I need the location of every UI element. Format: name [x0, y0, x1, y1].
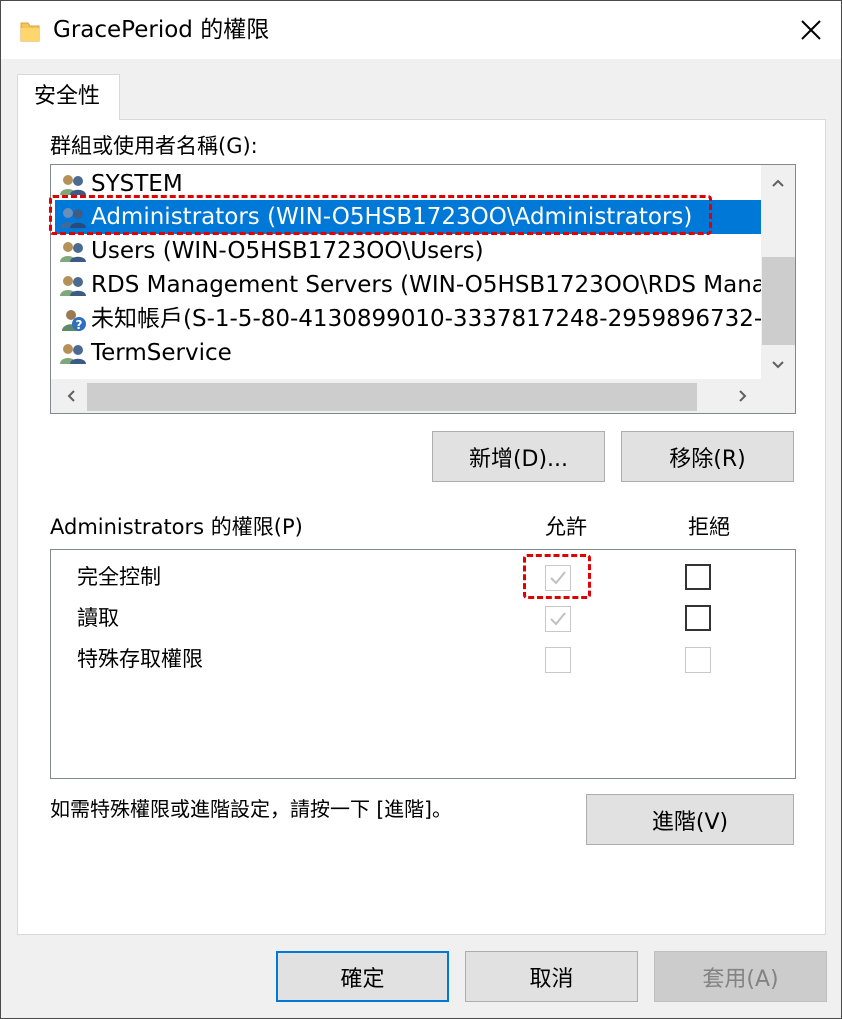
list-item-label: Users (WIN-O5HSB1723OO\Users): [91, 238, 484, 264]
list-item-rds-management-servers[interactable]: RDS Management Servers (WIN-O5HSB1723OO\…: [55, 268, 761, 302]
users-icon: [59, 207, 87, 229]
deny-full-control-checkbox[interactable]: [685, 564, 711, 590]
users-listbox[interactable]: SYSTEM Administrators (WIN-O5HSB1723OO\A…: [50, 164, 796, 414]
cancel-button[interactable]: 取消: [465, 951, 638, 1002]
list-item-label: TermService: [91, 340, 232, 366]
permission-name: 完全控制: [77, 565, 161, 589]
scroll-up-icon[interactable]: [768, 173, 788, 192]
users-icon: [59, 241, 87, 263]
users-icon: [59, 275, 87, 297]
tab-security[interactable]: 安全性: [17, 74, 120, 120]
groups-label: 群組或使用者名稱(G):: [50, 134, 258, 158]
permissions-title: Administrators 的權限(P): [50, 515, 303, 539]
deny-header: 拒絕: [688, 515, 730, 539]
allow-full-control-checkbox[interactable]: [545, 565, 571, 591]
allow-special-permissions-checkbox[interactable]: [545, 647, 571, 673]
scroll-left-icon[interactable]: [61, 388, 81, 407]
remove-button[interactable]: 移除(R): [621, 431, 794, 482]
list-item-users[interactable]: Users (WIN-O5HSB1723OO\Users): [55, 234, 761, 268]
apply-button[interactable]: 套用(A): [654, 951, 827, 1002]
list-item-label: Administrators (WIN-O5HSB1723OO\Administ…: [91, 204, 693, 230]
deny-read-checkbox[interactable]: [685, 605, 711, 631]
scroll-right-icon[interactable]: [733, 388, 753, 407]
folder-icon: [20, 19, 40, 43]
list-item-termservice[interactable]: TermService: [55, 336, 761, 370]
ok-button[interactable]: 確定: [276, 951, 449, 1002]
vertical-scroll-thumb[interactable]: [762, 257, 795, 345]
list-item-label: RDS Management Servers (WIN-O5HSB1723OO\…: [91, 272, 761, 298]
permission-name: 特殊存取權限: [77, 647, 203, 671]
deny-special-permissions-checkbox[interactable]: [685, 647, 711, 673]
list-item-administrators[interactable]: Administrators (WIN-O5HSB1723OO\Administ…: [55, 200, 761, 234]
permission-name: 讀取: [77, 606, 119, 630]
users-icon: [59, 174, 87, 196]
list-item-unknown-account[interactable]: ? 未知帳戶(S-1-5-80-4130899010-3337817248-29…: [55, 302, 761, 336]
scroll-down-icon[interactable]: [768, 355, 788, 374]
allow-read-checkbox[interactable]: [545, 606, 571, 632]
allow-header: 允許: [545, 515, 587, 539]
checkmark-icon: [550, 612, 566, 626]
close-icon: [801, 20, 821, 40]
permissions-dialog: GracePeriod 的權限 安全性 群組或使用者名稱(G): SYSTEM …: [0, 0, 842, 1019]
title-bar: GracePeriod 的權限: [1, 1, 841, 59]
users-icon: [59, 343, 87, 365]
tab-security-label: 安全性: [34, 84, 101, 109]
close-button[interactable]: [781, 1, 841, 59]
list-item-label: 未知帳戶(S-1-5-80-4130899010-3337817248-2959…: [91, 306, 761, 332]
permissions-list: 完全控制 讀取 特殊存取權限: [50, 549, 796, 779]
add-button[interactable]: 新增(D)...: [432, 431, 605, 482]
list-item-label: SYSTEM: [91, 171, 183, 197]
svg-text:?: ?: [76, 318, 83, 332]
advanced-hint: 如需特殊權限或進階設定，請按一下 [進階]。: [50, 797, 452, 821]
horizontal-scroll-thumb[interactable]: [87, 383, 697, 411]
unknown-user-icon: ?: [59, 309, 87, 332]
window-title: GracePeriod 的權限: [53, 17, 270, 43]
list-item-system[interactable]: SYSTEM: [55, 167, 761, 201]
checkmark-icon: [550, 571, 566, 585]
advanced-button[interactable]: 進階(V): [586, 794, 794, 845]
